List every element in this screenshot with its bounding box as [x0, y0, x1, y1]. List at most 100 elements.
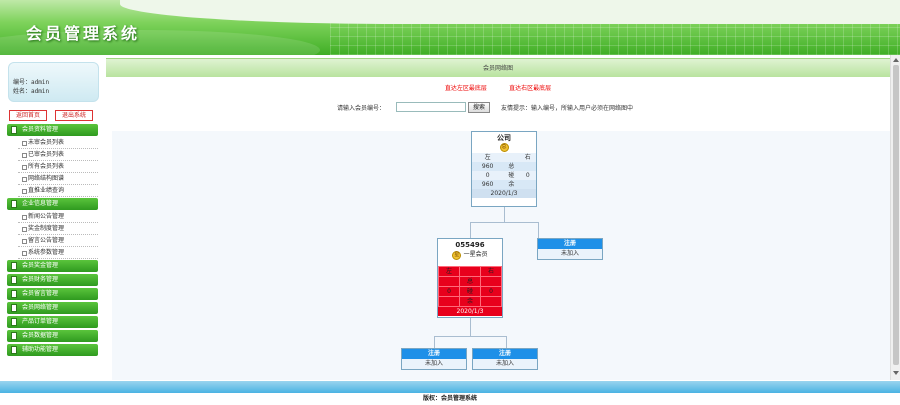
- network-tree: 公司 总 左右 960 总 0碰0 960 余 2020/1/3 055496 星 …: [112, 131, 890, 380]
- register-link[interactable]: 注册: [473, 349, 537, 359]
- header-wave: [120, 0, 900, 24]
- scroll-up-arrow-icon[interactable]: [893, 58, 899, 62]
- document-icon: [11, 200, 17, 208]
- vertical-scrollbar[interactable]: [890, 55, 900, 380]
- menu-item[interactable]: 系统参数管理: [18, 248, 98, 259]
- menu-item-label: 网络结构图谱: [28, 175, 65, 182]
- bullet-icon: [22, 239, 27, 244]
- menu-group-header[interactable]: 会员数据管理: [7, 330, 98, 342]
- menu-group-header[interactable]: 会员奖金管理: [7, 260, 98, 272]
- member-id: 055496: [455, 241, 485, 249]
- register-link[interactable]: 注册: [402, 349, 466, 359]
- footer-copyright: 版权：会员管理系统: [0, 393, 900, 405]
- document-icon: [11, 126, 17, 134]
- logout-button[interactable]: 退出系统: [55, 110, 93, 121]
- left-bottom-link[interactable]: 直达左区最底层: [445, 83, 487, 92]
- stat-cell: [503, 153, 520, 162]
- connector-line: [470, 222, 471, 238]
- menu-item-label: 已审会员列表: [28, 151, 65, 158]
- stat-cell: [438, 276, 460, 287]
- document-icon: [11, 346, 17, 354]
- stat-cell: [480, 276, 502, 287]
- search-button[interactable]: 搜索: [468, 102, 490, 113]
- scroll-thumb[interactable]: [893, 65, 899, 365]
- menu-group-title: 会员财务管理: [22, 276, 59, 283]
- register-link[interactable]: 注册: [538, 239, 602, 249]
- bullet-icon: [22, 189, 27, 194]
- document-icon: [11, 318, 17, 326]
- menu-item[interactable]: 留言公告管理: [18, 236, 98, 247]
- stat-cell: 余: [503, 180, 520, 189]
- menu-group-header[interactable]: 产品订单管理: [7, 316, 98, 328]
- slot-status: 未加入: [560, 250, 579, 257]
- stat-cell: 右: [480, 266, 502, 277]
- menu-item[interactable]: 所有会员列表: [18, 162, 98, 173]
- stat-cell: 0: [438, 286, 460, 297]
- menu-group-title: 辅助功能管理: [22, 346, 59, 353]
- stat-cell: 碰: [459, 286, 481, 297]
- stat-cell: 0: [480, 286, 502, 297]
- menu-item-label: 新闻公告管理: [28, 213, 65, 220]
- document-icon: [11, 332, 17, 340]
- bullet-icon: [22, 177, 27, 182]
- sidebar-top-links: 返回首页 退出系统: [9, 110, 99, 122]
- menu-item[interactable]: 直推业绩查询: [18, 186, 98, 197]
- document-icon: [11, 290, 17, 298]
- menu-item[interactable]: 网络结构图谱: [18, 174, 98, 185]
- search-hint: 友情提示：输入编号，所输入用户必须在网络图中: [501, 105, 634, 112]
- search-label: 请输入会员编号：: [337, 105, 386, 112]
- menu-item[interactable]: 奖金制度管理: [18, 224, 98, 235]
- sidebar: 编号：admin 姓名：admin 返回首页 退出系统 会员资料管理 未审会员列…: [0, 55, 106, 380]
- stat-cell: 总: [503, 162, 520, 171]
- root-member-card[interactable]: 公司 总 左右 960 总 0碰0 960 余 2020/1/3: [471, 131, 537, 207]
- bullet-icon: [22, 227, 27, 232]
- empty-slot-right[interactable]: 注册 未加入: [537, 238, 603, 260]
- menu-item[interactable]: 已审会员列表: [18, 150, 98, 161]
- card-header: 公司 总: [472, 132, 536, 153]
- menu-group-header[interactable]: 会员网络管理: [7, 302, 98, 314]
- menu-item-label: 留言公告管理: [28, 237, 65, 244]
- star-medal-icon: 星: [452, 251, 462, 260]
- connector-line: [434, 336, 506, 337]
- connector-line: [434, 336, 435, 348]
- stat-cell: 960: [472, 162, 504, 171]
- scroll-down-arrow-icon[interactable]: [893, 371, 899, 375]
- empty-slot-left[interactable]: 注册 未加入: [401, 348, 467, 370]
- menu-group-header[interactable]: 会员财务管理: [7, 274, 98, 286]
- member-id-input[interactable]: [396, 102, 466, 112]
- app-title: 会员管理系统: [26, 24, 141, 43]
- document-icon: [11, 304, 17, 312]
- stat-cell: [519, 162, 536, 171]
- stat-cell: 总: [459, 276, 481, 287]
- member-id: 公司: [497, 134, 511, 142]
- stat-cell: [519, 180, 536, 189]
- menu-group-header[interactable]: 辅助功能管理: [7, 344, 98, 356]
- bottom-layer-links: 直达左区最底层 直达右区最底层: [106, 83, 890, 92]
- main-content: 会员网络图 直达左区最底层 直达右区最底层 请输入会员编号： 搜索 友情提示：输…: [106, 55, 890, 380]
- performance-table: 左右 960 总 0碰0 960 余: [472, 153, 536, 189]
- footer-band: [0, 381, 900, 393]
- stat-cell: [438, 296, 460, 307]
- page-title: 会员网络图: [106, 58, 890, 77]
- document-icon: [11, 262, 17, 270]
- right-bottom-link[interactable]: 直达右区最底层: [509, 83, 551, 92]
- menu-item[interactable]: 未审会员列表: [18, 138, 98, 149]
- menu-group-title: 会员资料管理: [22, 126, 59, 133]
- slot-status: 未加入: [424, 360, 443, 367]
- menu-group-title: 会员留言管理: [22, 290, 59, 297]
- menu-group-header[interactable]: 会员留言管理: [7, 288, 98, 300]
- medal-icon: 总: [499, 143, 509, 152]
- menu-group-header[interactable]: 企业信息管理: [7, 198, 98, 210]
- stat-cell: 右: [519, 153, 536, 162]
- empty-slot-right[interactable]: 注册 未加入: [472, 348, 538, 370]
- menu-group-header[interactable]: 会员资料管理: [7, 124, 98, 136]
- app-header: 会员管理系统: [0, 0, 900, 55]
- stat-cell: [480, 296, 502, 307]
- menu-group-company-info: 企业信息管理 新闻公告管理 奖金制度管理 留言公告管理 系统参数管理: [7, 198, 98, 259]
- menu-item-label: 奖金制度管理: [28, 225, 65, 232]
- user-id-text: 编号：admin: [13, 79, 50, 86]
- home-button[interactable]: 返回首页: [9, 110, 47, 121]
- member-card[interactable]: 055496 星 一星会员 左 右 总 0碰0 余 2020/1/3: [437, 238, 503, 318]
- menu-item[interactable]: 新闻公告管理: [18, 212, 98, 223]
- bullet-icon: [22, 153, 27, 158]
